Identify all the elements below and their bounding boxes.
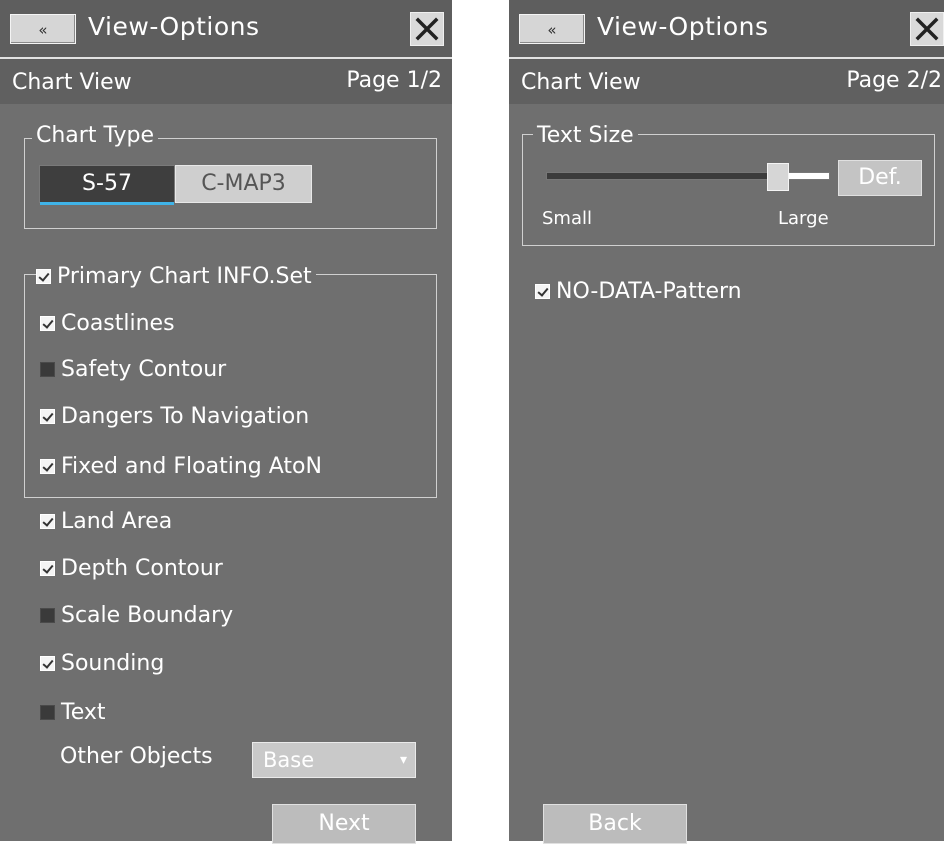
default-size-button[interactable]: Def. [838,160,922,196]
checkbox-unchecked-icon [40,608,55,623]
fixed-floating-aton-checkbox[interactable]: Fixed and Floating AtoN [40,452,322,482]
collapse-button[interactable]: « [10,14,76,44]
checkbox-label: Land Area [61,509,173,534]
window-title: View-Options [88,12,260,41]
checkbox-checked-icon [40,514,55,529]
checkbox-label: Primary Chart INFO.Set [57,264,312,289]
other-objects-label: Other Objects [60,744,213,769]
view-options-panel-page1: « View-Options Chart View Page 1/2 Chart… [0,0,452,844]
other-objects-dropdown[interactable]: Base ▾ [252,742,416,778]
next-button[interactable]: Next [272,804,416,844]
checkbox-checked-icon [40,656,55,671]
close-x-icon [415,17,439,41]
view-name: Chart View [12,70,132,95]
view-name: Chart View [521,70,641,95]
slider-thumb[interactable] [767,163,790,191]
close-button[interactable] [910,12,944,46]
scale-boundary-checkbox[interactable]: Scale Boundary [40,601,233,631]
slider-max-label: Large [778,208,829,229]
checkbox-unchecked-icon [40,705,55,720]
checkbox-checked-icon [40,561,55,576]
title-bar: « View-Options [509,0,944,60]
double-chevron-left-icon: « [38,21,48,39]
no-data-pattern-checkbox[interactable]: NO-DATA-Pattern [535,277,742,307]
title-divider [509,57,944,59]
collapse-button[interactable]: « [519,14,585,44]
sounding-checkbox[interactable]: Sounding [40,649,164,679]
view-header: Chart View Page 1/2 [0,60,452,104]
checkbox-label: Fixed and Floating AtoN [61,454,322,479]
title-bar: « View-Options [0,0,452,60]
view-options-panel-page2: « View-Options Chart View Page 2/2 Text … [509,0,944,841]
chart-type-group-title: Chart Type [32,124,158,148]
checkbox-label: Safety Contour [61,357,227,382]
checkbox-label: NO-DATA-Pattern [556,279,742,304]
checkbox-checked-icon [535,284,550,299]
checkbox-label: Sounding [61,651,165,676]
checkbox-checked-icon [40,459,55,474]
checkbox-label: Scale Boundary [61,603,234,628]
close-button[interactable] [410,12,444,46]
checkbox-checked-icon [40,409,55,424]
checkbox-checked-icon [40,316,55,331]
view-header: Chart View Page 2/2 [509,60,944,104]
checkbox-label: Dangers To Navigation [61,404,310,429]
checkbox-label: Depth Contour [61,556,223,581]
checkbox-checked-icon [36,269,51,284]
slider-fill [547,173,779,179]
page-indicator: Page 2/2 [846,68,942,93]
depth-contour-checkbox[interactable]: Depth Contour [40,554,223,584]
dropdown-value: Base [263,748,315,772]
dangers-to-navigation-checkbox[interactable]: Dangers To Navigation [40,402,309,432]
slider-min-label: Small [542,208,592,229]
text-checkbox[interactable]: Text [40,698,106,728]
primary-chart-info-set-checkbox[interactable]: Primary Chart INFO.Set [36,262,316,292]
checkbox-unchecked-icon [40,362,55,377]
page-indicator: Page 1/2 [346,68,442,93]
land-area-checkbox[interactable]: Land Area [40,507,172,537]
coastlines-checkbox[interactable]: Coastlines [40,309,175,339]
close-x-icon [915,17,939,41]
dropdown-arrow-icon: ▾ [399,752,407,768]
checkbox-label: Coastlines [61,311,175,336]
safety-contour-checkbox[interactable]: Safety Contour [40,355,226,385]
text-size-slider[interactable] [546,163,830,191]
title-divider [0,57,452,59]
double-chevron-left-icon: « [547,21,557,39]
window-title: View-Options [597,12,769,41]
back-button[interactable]: Back [543,804,687,844]
chart-type-cmap3-button[interactable]: C-MAP3 [175,165,312,203]
text-size-group-title: Text Size [533,124,638,148]
chart-type-s57-button[interactable]: S-57 [39,165,175,205]
checkbox-label: Text [61,700,106,725]
